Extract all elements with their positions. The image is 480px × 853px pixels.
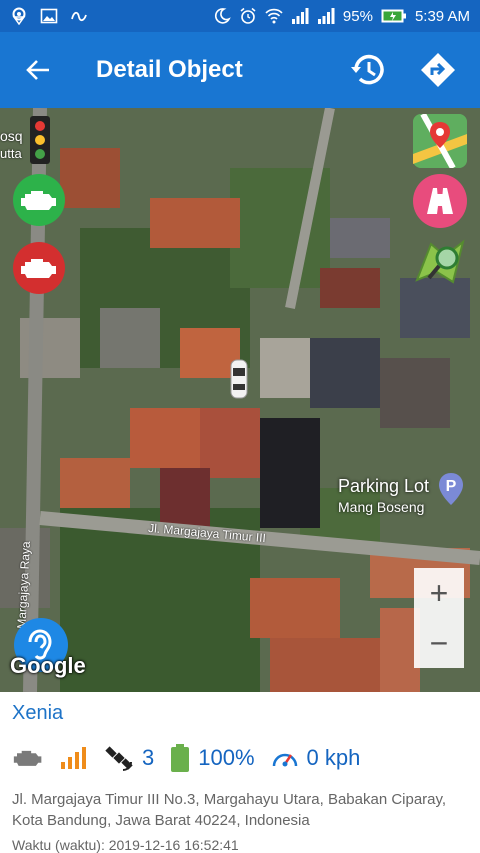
image-icon [40, 7, 58, 25]
zoom-out-button[interactable]: − [414, 618, 464, 668]
gps-satellites: 3 [104, 743, 154, 773]
road-button[interactable] [413, 174, 467, 228]
directions-button[interactable] [414, 46, 462, 94]
vehicle-info-panel: Xenia 3 100% 0 kph Jl. Margajaya Timur I… [0, 692, 480, 853]
map-type-button[interactable] [413, 114, 467, 168]
car-marker-icon[interactable] [229, 358, 249, 400]
signal-bars-icon [61, 747, 86, 769]
status-right: 95% 5:39 AM [213, 7, 470, 25]
gsm-signal [60, 746, 88, 770]
place-parking-lot[interactable]: Parking Lot Mang Boseng [338, 476, 429, 515]
engine-on-icon [21, 191, 56, 210]
traffic-light-icon[interactable] [26, 114, 54, 166]
signal-2-icon [317, 7, 335, 25]
vehicle-address: Jl. Margajaya Timur III No.3, Margahayu … [12, 791, 447, 829]
do-not-disturb-icon [213, 7, 231, 25]
history-icon [351, 54, 384, 85]
wifi-icon [265, 7, 283, 25]
signal-icon [291, 7, 309, 25]
history-button[interactable] [344, 46, 392, 94]
battery-value: 100% [198, 745, 255, 770]
location-icon [10, 7, 28, 26]
speedometer-icon [272, 753, 297, 767]
arrow-back-icon [26, 60, 49, 80]
satellite-imagery [0, 108, 480, 692]
zoom-in-button[interactable]: + [414, 568, 464, 618]
layers-icon [415, 239, 465, 284]
vehicle-name: Xenia [12, 702, 64, 724]
device-battery: 100% [170, 743, 255, 773]
engine-off-button[interactable] [13, 242, 65, 294]
battery-level-icon [171, 744, 190, 772]
satellite-icon [105, 746, 133, 771]
vehicle-stats: 3 100% 0 kph [12, 743, 468, 773]
status-left [10, 7, 88, 26]
map-type-icon [413, 114, 467, 168]
parking-marker-icon[interactable]: P [438, 472, 464, 506]
back-button[interactable] [0, 32, 76, 108]
engine-off-icon [21, 259, 56, 278]
engine-status [12, 747, 44, 769]
engine-on-button[interactable] [13, 174, 65, 226]
last-update-time: Waktu (waktu): 2019-12-16 16:52:41 [12, 837, 239, 853]
place-sub: Mang Boseng [338, 499, 425, 515]
vehicle-speed: 0 kph [271, 745, 361, 771]
street-label-top1: osq [0, 128, 23, 144]
satellite-count: 3 [142, 745, 155, 770]
speed-value: 0 kph [306, 745, 361, 770]
street-label-top2: utta [0, 146, 22, 161]
google-logo: Google [10, 653, 86, 678]
swipe-icon [70, 7, 88, 25]
alarm-icon [239, 7, 257, 25]
clock: 5:39 AM [414, 7, 470, 25]
page-title: Detail Object [96, 56, 243, 83]
road-icon [427, 188, 453, 214]
battery-percent: 95% [342, 7, 373, 25]
battery-icon [381, 7, 407, 25]
engine-icon [13, 750, 42, 766]
app-bar: Detail Object [0, 32, 480, 108]
directions-icon [421, 53, 455, 87]
svg-text:P: P [446, 478, 457, 495]
map-view[interactable]: osq utta Jl. Margajaya Timur III Margaja… [0, 108, 480, 692]
place-name: Parking Lot [338, 476, 430, 496]
app-actions [344, 46, 462, 94]
status-bar: 95% 5:39 AM [0, 0, 480, 32]
layers-button[interactable] [413, 236, 467, 290]
